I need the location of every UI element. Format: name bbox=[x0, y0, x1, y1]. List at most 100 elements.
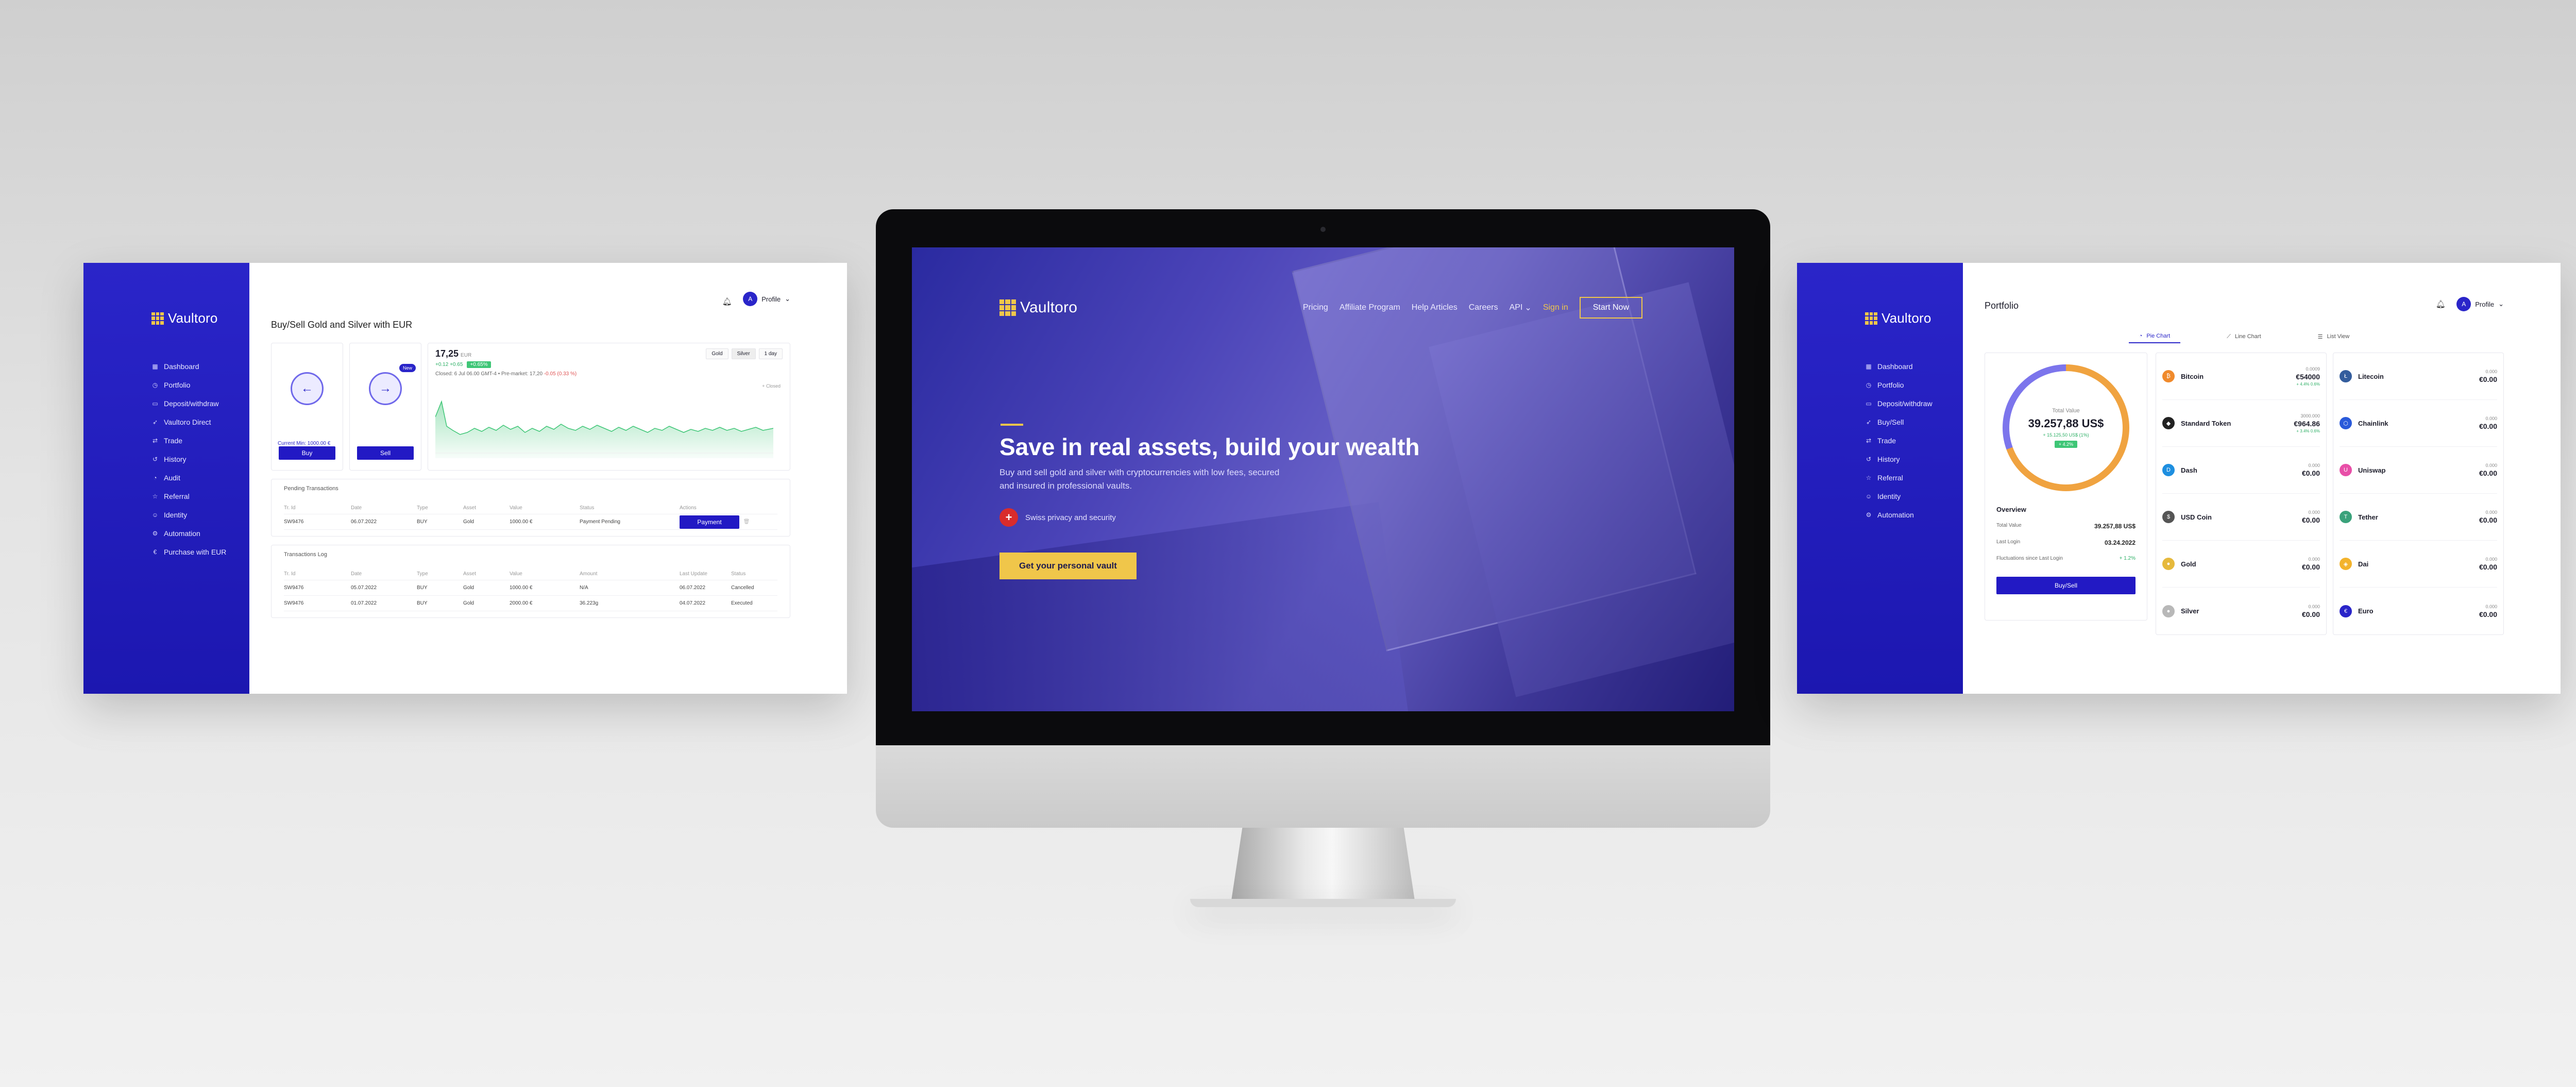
cell-asset: Gold bbox=[463, 585, 474, 591]
sidebar-item-label: Trade bbox=[164, 437, 183, 445]
sidebar-item-audit[interactable]: ◔ Audit bbox=[151, 469, 249, 487]
tab-pie-chart[interactable]: ◔ Pie Chart bbox=[2128, 330, 2181, 343]
sidebar-item-referral[interactable]: ☆ Referral bbox=[151, 487, 249, 506]
asset-values: 0.000 €0.00 bbox=[2479, 557, 2497, 571]
asset-amount: 0.000 bbox=[2308, 463, 2320, 468]
buy-sell-button[interactable]: Buy/Sell bbox=[1996, 577, 2136, 594]
price-area-chart bbox=[435, 400, 774, 458]
profile-menu[interactable]: A Profile ⌄ bbox=[2456, 297, 2504, 311]
signin-link[interactable]: Sign in bbox=[1543, 303, 1568, 312]
sidebar-item-vaultoro-direct[interactable]: ➶ Vaultoro Direct bbox=[151, 413, 249, 431]
asset-row-standard-token[interactable]: ◆ Standard Token 3000.000 €964.86 + 3.4% 0.6… bbox=[2162, 400, 2320, 447]
asset-row-dash[interactable]: D Dash 0.000 €0.00 bbox=[2162, 447, 2320, 494]
chart-tab[interactable]: 1 day bbox=[758, 348, 783, 359]
tab-line-chart[interactable]: ⟋ Line Chart bbox=[2216, 330, 2271, 343]
sidebar-item-portfolio[interactable]: ◷ Portfolio bbox=[151, 376, 249, 394]
sidebar-item-dashboard[interactable]: ▦ Dashboard bbox=[1865, 357, 1963, 376]
asset-eur-value: €0.00 bbox=[2301, 610, 2320, 618]
asset-column-left: ₿ Bitcoin 0.0009 €54000 + 4.4% 0.6% ◆ Standard… bbox=[2156, 353, 2327, 635]
nav-link-api[interactable]: API bbox=[1510, 303, 1523, 312]
asset-change: + 4.4% 0.6% bbox=[2296, 381, 2320, 387]
cell-type: BUY bbox=[417, 585, 428, 591]
asset-values: 0.000 €0.00 bbox=[2479, 463, 2497, 477]
asset-row-litecoin[interactable]: Ł Litecoin 0.000 €0.00 bbox=[2340, 353, 2497, 400]
column-header: Status bbox=[580, 505, 595, 511]
get-vault-button[interactable]: Get your personal vault bbox=[999, 553, 1137, 579]
nav-link-careers[interactable]: Careers bbox=[1469, 303, 1498, 312]
asset-amount: 3000.000 bbox=[2300, 413, 2320, 419]
arrow-left-icon[interactable]: ← bbox=[291, 372, 324, 405]
sidebar-item-identity[interactable]: ☺ Identity bbox=[151, 506, 249, 524]
asset-row-dai[interactable]: ◈ Dai 0.000 €0.00 bbox=[2340, 541, 2497, 588]
asset-name: Chainlink bbox=[2358, 419, 2388, 427]
nav-link-help-articles[interactable]: Help Articles bbox=[1412, 303, 1458, 312]
profile-menu[interactable]: A Profile ⌄ bbox=[743, 292, 790, 306]
asset-row-chainlink[interactable]: ⬡ Chainlink 0.000 €0.00 bbox=[2340, 400, 2497, 447]
column-header: Asset bbox=[463, 571, 477, 577]
list-icon: ☰ bbox=[2317, 333, 2323, 340]
trash-icon[interactable]: 🗑︎ bbox=[731, 519, 762, 525]
arrow-right-icon[interactable]: → bbox=[369, 372, 402, 405]
chart-tab[interactable]: Silver bbox=[731, 348, 756, 359]
overview-row: Total Value 39.257,88 US$ bbox=[1996, 523, 2136, 530]
landing-logo[interactable]: Vaultoro bbox=[999, 299, 1077, 316]
logo[interactable]: Vaultoro bbox=[151, 310, 249, 326]
sidebar-item-trade[interactable]: ⇄ Trade bbox=[151, 431, 249, 450]
cell-value: 1000.00 € bbox=[510, 519, 533, 525]
chart-meta-closed: Closed: 6 Jul 06.00 GMT-4 bbox=[435, 371, 497, 377]
sidebar-item-deposit-withdraw[interactable]: ▭ Deposit/withdraw bbox=[151, 394, 249, 413]
bell-icon[interactable]: 🔔︎ bbox=[2436, 299, 2446, 309]
sidebar-item-identity[interactable]: ☺ Identity bbox=[1865, 487, 1963, 506]
asset-row-euro[interactable]: € Euro 0.000 €0.00 bbox=[2340, 588, 2497, 634]
cell-asset: Gold bbox=[463, 519, 474, 525]
log-title: Transactions Log bbox=[284, 551, 327, 558]
asset-eur-value: €0.00 bbox=[2479, 422, 2497, 430]
asset-row-tether[interactable]: T Tether 0.000 €0.00 bbox=[2340, 494, 2497, 541]
table-row: SW9476 05.07.2022 BUY Gold 1000.00 € N/A 06.07… bbox=[284, 580, 777, 596]
sidebar-item-referral[interactable]: ☆ Referral bbox=[1865, 469, 1963, 487]
sidebar-item-automation[interactable]: ⚙ Automation bbox=[1865, 506, 1963, 524]
logo[interactable]: Vaultoro bbox=[1865, 310, 1963, 326]
asset-row-bitcoin[interactable]: ₿ Bitcoin 0.0009 €54000 + 4.4% 0.6% bbox=[2162, 353, 2320, 400]
sell-button[interactable]: Sell bbox=[357, 446, 414, 460]
sidebar-item-history[interactable]: ↺ History bbox=[151, 450, 249, 469]
sidebar-item-label: Audit bbox=[164, 474, 180, 482]
left-content: 🔔︎ A Profile ⌄ Buy/Sell Gold and Silver … bbox=[249, 263, 847, 694]
sidebar-item-automation[interactable]: ⚙ Automation bbox=[151, 524, 249, 543]
asset-row-silver[interactable]: ● Silver 0.000 €0.00 bbox=[2162, 588, 2320, 634]
sidebar-item-purchase-with-eur[interactable]: € Purchase with EUR bbox=[151, 543, 249, 561]
chart-tab[interactable]: Gold bbox=[706, 348, 728, 359]
nav-link-pricing[interactable]: Pricing bbox=[1303, 303, 1328, 312]
portfolio-body: Total Value 39.257,88 US$ + 15.125,50 US… bbox=[1985, 353, 2504, 635]
sidebar-item-buy-sell[interactable]: ➶ Buy/Sell bbox=[1865, 413, 1963, 431]
view-tabs: ◔ Pie Chart ⟋ Line Chart ☰ List View bbox=[1985, 330, 2504, 343]
buy-button[interactable]: Buy bbox=[279, 446, 335, 460]
chart-meta: Closed: 6 Jul 06.00 GMT-4 • Pre-market: … bbox=[435, 371, 577, 377]
sidebar-item-label: Purchase with EUR bbox=[164, 548, 227, 556]
asset-row-gold[interactable]: ● Gold 0.000 €0.00 bbox=[2162, 541, 2320, 588]
asset-name: Litecoin bbox=[2358, 372, 2384, 380]
sidebar-item-trade[interactable]: ⇄ Trade bbox=[1865, 431, 1963, 450]
asset-row-uniswap[interactable]: U Uniswap 0.000 €0.00 bbox=[2340, 447, 2497, 494]
pending-rows: SW9476 06.07.2022 BUY Gold 1000.00 € Payment … bbox=[284, 514, 777, 530]
sidebar-item-deposit-withdraw[interactable]: ▭ Deposit/withdraw bbox=[1865, 394, 1963, 413]
overview-value: 39.257,88 US$ bbox=[2094, 523, 2136, 530]
column-header: Type bbox=[417, 505, 428, 511]
column-header: Last Update bbox=[680, 571, 707, 577]
sidebar-item-history[interactable]: ↺ History bbox=[1865, 450, 1963, 469]
column-header: Date bbox=[351, 571, 362, 577]
column-header: Tr. Id bbox=[284, 505, 296, 511]
buy-card: ← Current Min: 1000.00 € Buy bbox=[271, 343, 343, 471]
nav-link-affiliate-program[interactable]: Affiliate Program bbox=[1340, 303, 1400, 312]
asset-row-usd-coin[interactable]: $ USD Coin 0.000 €0.00 bbox=[2162, 494, 2320, 541]
sidebar-item-label: Referral bbox=[164, 492, 190, 500]
asset-amount: 0.000 bbox=[2485, 416, 2497, 421]
asset-values: 3000.000 €964.86 + 3.4% 0.6% bbox=[2294, 413, 2320, 433]
bell-icon[interactable]: 🔔︎ bbox=[722, 297, 732, 306]
tab-list-view[interactable]: ☰ List View bbox=[2308, 330, 2360, 343]
start-now-button[interactable]: Start Now bbox=[1579, 297, 1642, 319]
cell-date: 06.07.2022 bbox=[351, 519, 377, 525]
sidebar-item-dashboard[interactable]: ▦ Dashboard bbox=[151, 357, 249, 376]
payment-button[interactable]: Payment bbox=[680, 515, 739, 529]
sidebar-item-portfolio[interactable]: ◷ Portfolio bbox=[1865, 376, 1963, 394]
